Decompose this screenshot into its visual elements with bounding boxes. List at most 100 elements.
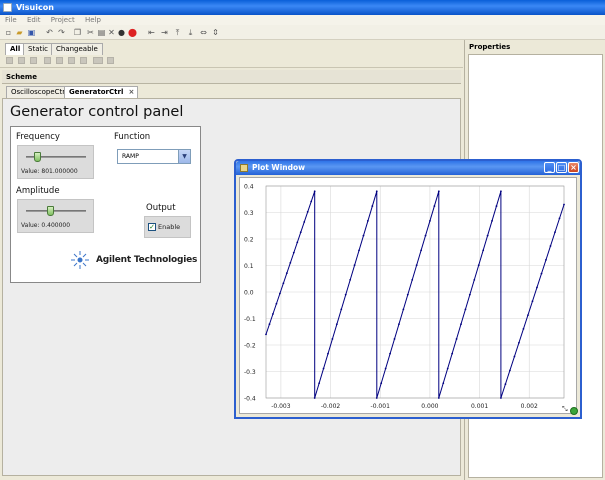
menu-file[interactable]: File (5, 16, 17, 24)
data-point (513, 355, 516, 358)
agilent-logo-text: Agilent Technologies (96, 255, 198, 265)
open-folder-icon[interactable]: ▰ (15, 28, 24, 37)
plot-window-icon (240, 164, 248, 172)
undo-icon[interactable]: ↶ (45, 28, 54, 37)
close-tab-icon[interactable]: × (128, 87, 134, 98)
y-tick-label: 0.0 (244, 290, 254, 297)
plot-area[interactable]: 0.4 0.3 0.2 0.1 0.0 -0.1 -0.2 -0.3 -0.4 -0.003 -0.… (239, 177, 577, 414)
align-left-icon[interactable]: ⇤ (147, 28, 156, 37)
y-tick-label: 0.1 (244, 263, 254, 270)
data-point (322, 367, 325, 370)
data-point (402, 308, 405, 311)
frequency-slider-box: Value: 801.000000 (17, 145, 94, 179)
paste-icon[interactable]: ▤ (97, 28, 106, 37)
plot-window[interactable]: Plot Window _ □ × 0.4 0.3 0.2 0.1 0.0 -0.1 -0.… (234, 159, 582, 419)
pointer-icon[interactable] (6, 57, 13, 64)
data-point (500, 397, 502, 399)
redo-icon[interactable]: ↷ (57, 28, 66, 37)
image-component-icon[interactable] (107, 57, 114, 64)
data-point (411, 278, 414, 281)
data-point (331, 338, 334, 340)
frequency-slider-thumb[interactable] (33, 152, 41, 162)
chart-component-icon[interactable] (68, 57, 75, 64)
align-right-icon[interactable]: ⇥ (160, 28, 169, 37)
data-point (536, 286, 538, 289)
function-select[interactable]: RAMP ▼ (117, 149, 191, 164)
chevron-down-icon[interactable]: ▼ (178, 150, 190, 163)
function-label: Function (114, 132, 151, 142)
data-point (522, 328, 525, 330)
data-point (433, 205, 436, 207)
data-point (306, 210, 309, 213)
tab-oscilloscopectrl[interactable]: OscilloscopeCtrl (6, 86, 73, 98)
data-point (398, 323, 400, 326)
data-point (495, 205, 498, 207)
tab-generatorctrl[interactable]: GeneratorCtrl × (64, 86, 139, 98)
function-selected-value: RAMP (122, 153, 139, 160)
data-point (371, 205, 374, 207)
close-icon[interactable]: × (568, 162, 579, 173)
data-point (265, 333, 267, 336)
menu-bar: File Edit Project Help (0, 15, 605, 25)
run-icon[interactable]: ● (117, 28, 126, 37)
x-tick-label: 0.001 (471, 403, 488, 410)
menu-help[interactable]: Help (85, 16, 101, 24)
status-ok-icon (570, 407, 578, 415)
menu-edit[interactable]: Edit (27, 16, 41, 24)
stop-icon[interactable]: ⬤ (128, 28, 137, 37)
copy-icon[interactable]: ❐ (73, 28, 82, 37)
resize-arrows-icon[interactable]: ⤡ (562, 405, 568, 414)
plot-window-title-bar[interactable]: Plot Window _ □ × (236, 161, 580, 175)
y-tick-label: -0.3 (244, 369, 256, 376)
label-component-icon[interactable] (18, 57, 25, 64)
menu-project[interactable]: Project (51, 16, 75, 24)
delete-icon[interactable]: ✕ (107, 28, 116, 37)
data-point (540, 272, 543, 275)
combo-component-icon[interactable] (93, 57, 103, 64)
amplitude-value: Value: 0.400000 (21, 222, 71, 229)
scheme-header: Scheme (2, 70, 461, 84)
data-point (509, 369, 511, 372)
new-file-icon[interactable]: ▫ (4, 28, 13, 37)
data-point (420, 249, 423, 252)
output-label: Output (146, 203, 176, 213)
data-point (486, 234, 489, 237)
data-point (406, 293, 409, 296)
data-point (468, 293, 471, 296)
data-point (292, 251, 295, 254)
data-point (424, 234, 427, 237)
data-point (477, 264, 480, 267)
data-point (303, 221, 306, 223)
panel-component-icon[interactable] (44, 57, 51, 64)
button-component-icon[interactable] (30, 57, 37, 64)
y-tick-label: -0.4 (244, 396, 256, 403)
data-point (531, 300, 534, 303)
amplitude-slider-track[interactable] (26, 210, 86, 212)
properties-title: Properties (469, 43, 511, 51)
align-bottom-icon[interactable]: ⤓ (186, 28, 195, 37)
data-point (389, 352, 391, 355)
distribute-v-icon[interactable]: ⇕ (211, 28, 220, 37)
toolbar: ▫ ▰ ▣ ↶ ↷ ❐ ✂ ▤ ✕ ● ⬤ ⇤ ⇥ ⤒ ⤓ ⇔ ⇕ (0, 25, 605, 40)
minimize-icon[interactable]: _ (544, 162, 555, 173)
save-icon[interactable]: ▣ (27, 28, 36, 37)
enable-checkbox[interactable]: ✓ (148, 223, 156, 231)
data-point (504, 383, 507, 386)
distribute-h-icon[interactable]: ⇔ (199, 28, 208, 37)
data-point (451, 352, 454, 355)
data-point (344, 293, 347, 296)
x-tick-label: -0.001 (371, 403, 391, 410)
data-point (500, 190, 502, 193)
checkbox-component-icon[interactable] (80, 57, 87, 64)
align-top-icon[interactable]: ⤒ (173, 28, 182, 37)
maximize-icon[interactable]: □ (556, 162, 567, 173)
amplitude-slider-thumb[interactable] (47, 206, 54, 216)
data-point (275, 302, 278, 305)
enable-checkbox-label: Enable (158, 223, 181, 231)
data-point (313, 190, 316, 193)
data-point (482, 249, 485, 252)
slider-component-icon[interactable] (56, 57, 63, 64)
data-point (491, 219, 493, 222)
cut-icon[interactable]: ✂ (86, 28, 95, 37)
data-point (349, 278, 352, 281)
